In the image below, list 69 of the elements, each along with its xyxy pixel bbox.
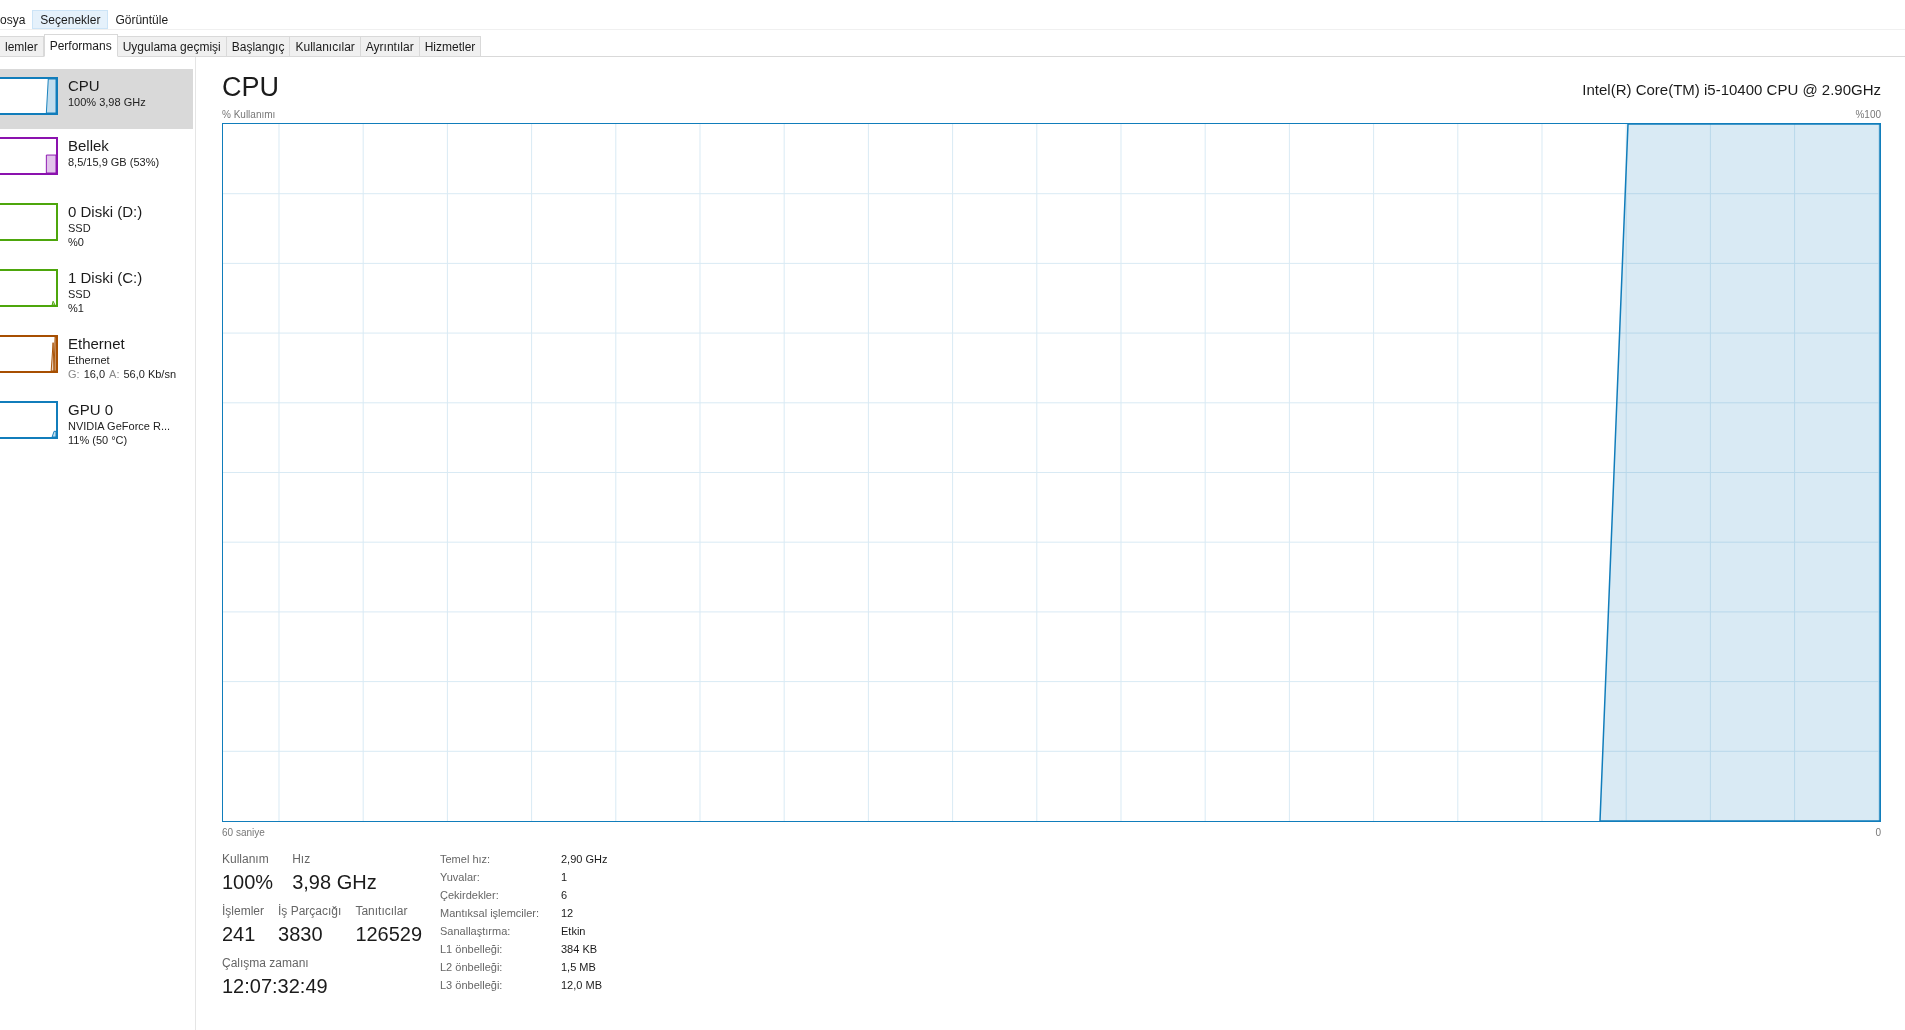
device-name: 1 Diski (C:) — [68, 269, 143, 287]
tab[interactable]: Başlangıç — [226, 36, 291, 56]
axis-tick: %100 — [1855, 108, 1881, 122]
detail-value: 1 — [561, 869, 568, 885]
detail-value: 2,90 GHz — [561, 851, 608, 867]
detail-label: Çekirdekler: — [440, 887, 500, 903]
menu-item[interactable]: osya — [0, 10, 33, 29]
tab[interactable]: Performans — [43, 34, 118, 57]
detail-label: Yuvalar: — [440, 869, 481, 885]
stat-label: Tanıtıcılar — [355, 903, 409, 920]
detail-value: 12,0 MB — [561, 977, 602, 993]
tab[interactable]: Ayrıntılar — [360, 36, 420, 56]
menu-item[interactable]: Görüntüle — [108, 10, 176, 29]
stat-label: İş Parçacığı — [278, 903, 342, 920]
device-name: Bellek — [68, 137, 110, 155]
device-detail: NVIDIA GeForce R... — [68, 419, 171, 433]
device-item[interactable]: CPU 100% 3,98 GHz — [0, 69, 193, 129]
device-item[interactable]: GPU 0 NVIDIA GeForce R... 11% (50 °C) — [0, 393, 193, 459]
tab[interactable]: Hizmetler — [419, 36, 482, 56]
detail-label: Sanallaştırma: — [440, 923, 512, 939]
device-detail: %1 — [68, 301, 85, 315]
detail-label: Temel hız: — [440, 851, 492, 867]
processor-name: Intel(R) Core(TM) i5-10400 CPU @ 2.90GHz — [1582, 79, 1881, 100]
detail-value: 6 — [561, 887, 568, 903]
device-detail: 100% 3,98 GHz — [68, 95, 146, 109]
detail-label: G: — [68, 367, 80, 381]
stat-label: Hız — [292, 851, 312, 868]
detail-value: 56,0 Kb/sn — [123, 367, 177, 381]
detail-value: 1,5 MB — [561, 959, 596, 975]
device-detail: SSD — [68, 221, 92, 235]
axis-tick: 60 saniye — [222, 826, 265, 840]
tab[interactable]: Kullanıcılar — [290, 36, 361, 56]
stat-value: 100% — [222, 870, 274, 895]
axis-label: % Kullanımı — [222, 108, 276, 122]
device-name: CPU — [68, 77, 101, 95]
stat-value: 3830 — [278, 922, 324, 947]
detail-label: Mantıksal işlemciler: — [440, 905, 541, 921]
device-item[interactable]: Bellek 8,5/15,9 GB (53%) — [0, 129, 193, 195]
stat-label: İşlemler — [222, 903, 264, 920]
device-detail: 11% (50 °C) — [68, 433, 129, 447]
device-name: 0 Diski (D:) — [68, 203, 143, 221]
detail-label: L2 önbelleği: — [440, 959, 504, 975]
device-item[interactable]: 1 Diski (C:) SSD %1 — [0, 261, 193, 327]
detail-label: L1 önbelleği: — [440, 941, 504, 957]
device-detail: SSD — [68, 287, 92, 301]
device-name: Ethernet — [68, 335, 126, 353]
device-detail: 8,5/15,9 GB (53%) — [68, 155, 160, 169]
detail-value: Etkin — [561, 923, 586, 939]
stat-value: 241 — [222, 922, 257, 947]
detail-label: L3 önbelleği: — [440, 977, 504, 993]
device-item[interactable]: 0 Diski (D:) SSD %0 — [0, 195, 193, 261]
tab[interactable]: Uygulama geçmişi — [117, 36, 227, 56]
device-detail: %0 — [68, 235, 85, 249]
detail-value: 12 — [561, 905, 574, 921]
page-title: CPU — [222, 71, 279, 103]
axis-tick: 0 — [1875, 826, 1881, 840]
menu-item[interactable]: Seçenekler — [32, 10, 109, 29]
detail-value: 384 KB — [561, 941, 598, 957]
stat-value: 12:07:32:49 — [222, 974, 329, 999]
device-name: GPU 0 — [68, 401, 114, 419]
tab[interactable]: lemler — [0, 36, 44, 56]
stat-value: 3,98 GHz — [292, 870, 377, 895]
stat-label: Çalışma zamanı — [222, 955, 310, 972]
stat-value: 126529 — [355, 922, 423, 947]
detail-value: 16,0 — [83, 367, 106, 381]
device-detail: Ethernet — [68, 353, 111, 367]
detail-label: A: — [109, 367, 120, 381]
stat-label: Kullanım — [222, 851, 270, 868]
device-item[interactable]: Ethernet Ethernet G: 16,0 A: 56,0 Kb/sn — [0, 327, 193, 393]
